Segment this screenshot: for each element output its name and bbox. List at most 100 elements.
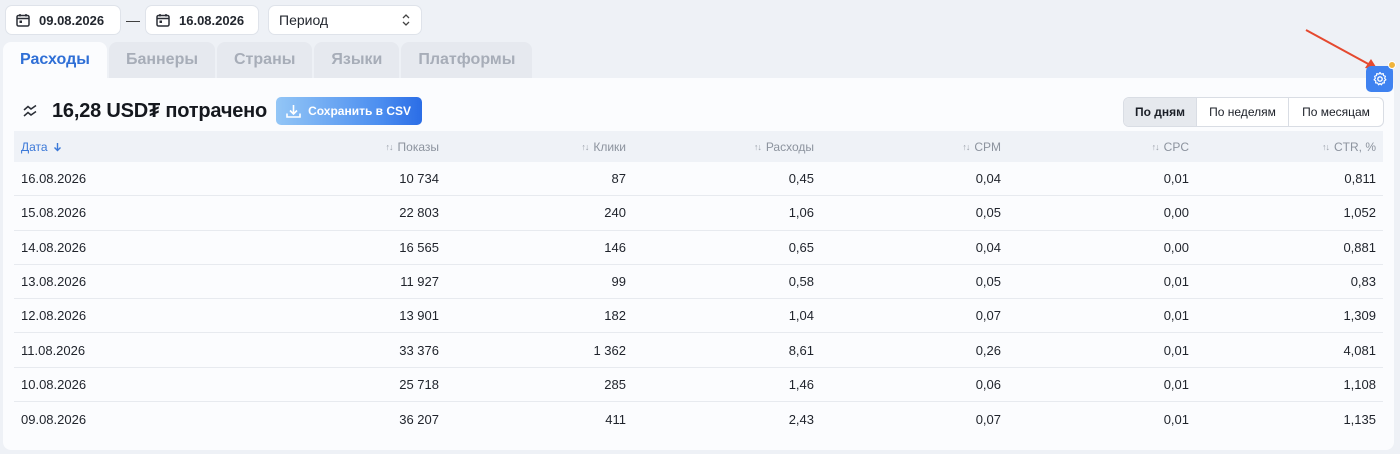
cell-date: 16.08.2026 — [21, 171, 87, 187]
column-header-spend[interactable]: ↑↓ Расходы — [626, 131, 814, 162]
date-from-field[interactable]: 09.08.2026 — [5, 5, 121, 35]
cell-ctr: 0,811 — [1344, 171, 1376, 187]
column-header-cpc[interactable]: ↑↓ CPC — [1001, 131, 1189, 162]
trend-icon — [23, 104, 37, 117]
sort-icon: ↑↓ — [385, 141, 394, 152]
cell-spend: 1,06 — [788, 205, 814, 221]
tab-countries[interactable]: Страны — [217, 42, 313, 78]
tab-banners[interactable]: Баннеры — [108, 42, 215, 78]
tab-bar: Расходы Баннеры Страны Языки Платформы — [3, 42, 534, 78]
cell-ctr: 0,83 — [1350, 274, 1376, 290]
save-csv-label: Сохранить в CSV — [308, 104, 412, 118]
column-header-label: Клики — [593, 139, 626, 154]
cell-ctr: 4,081 — [1343, 342, 1376, 358]
total-spent: 16,28 USD₮ потрачено — [52, 99, 268, 122]
grouping-toggle: По дням По неделям По месяцам — [1123, 97, 1384, 127]
cell-clicks: 411 — [605, 411, 626, 427]
column-header-impressions[interactable]: ↑↓ Показы — [249, 131, 439, 162]
calendar-icon — [16, 14, 30, 27]
table-row: 09.08.2026 36 207 411 2,43 0,07 0,01 1,1… — [14, 402, 1383, 436]
group-by-week-button[interactable]: По неделям — [1196, 98, 1288, 126]
table-row: 16.08.2026 10 734 87 0,45 0,04 0,01 0,81… — [14, 162, 1383, 197]
sort-descending-icon — [53, 142, 61, 151]
cell-cpm: 0,04 — [975, 171, 1001, 187]
expenses-panel: 16,28 USD₮ потрачено Сохранить в CSV По … — [3, 78, 1394, 450]
cell-cpc: 0,01 — [1163, 171, 1189, 187]
table-row: 13.08.2026 11 927 99 0,58 0,05 0,01 0,83 — [14, 265, 1383, 300]
cell-impressions: 22 803 — [399, 205, 439, 221]
cell-ctr: 1,108 — [1343, 376, 1376, 392]
table-row: 11.08.2026 33 376 1 362 8,61 0,26 0,01 4… — [14, 333, 1383, 368]
cell-spend: 0,58 — [788, 274, 814, 290]
cell-date: 15.08.2026 — [21, 205, 87, 221]
cell-cpm: 0,07 — [975, 411, 1001, 427]
date-filter-bar: 09.08.2026 — 16.08.2026 Период — [5, 5, 422, 35]
gear-icon — [1373, 71, 1386, 86]
cell-ctr: 1,135 — [1343, 411, 1376, 427]
cell-cpm: 0,07 — [975, 308, 1001, 324]
cell-date: 09.08.2026 — [21, 411, 87, 427]
cell-date: 12.08.2026 — [21, 308, 87, 324]
cell-impressions: 33 376 — [399, 342, 439, 358]
period-select[interactable]: Период — [268, 5, 422, 35]
sort-icon: ↑↓ — [581, 141, 589, 152]
summary-bar: 16,28 USD₮ потрачено Сохранить в CSV — [23, 97, 423, 125]
sort-icon: ↑↓ — [1322, 141, 1330, 152]
cell-impressions: 16 565 — [399, 239, 439, 255]
cell-clicks: 87 — [611, 171, 626, 187]
cell-cpm: 0,05 — [975, 274, 1001, 290]
period-select-value: Период — [279, 12, 329, 28]
tab-expenses[interactable]: Расходы — [3, 42, 107, 78]
cell-impressions: 13 901 — [399, 308, 439, 324]
table-header: Дата ↑↓ Показы ↑↓ Клики ↑↓ Расходы ↑↓ CP — [14, 131, 1383, 162]
cell-cpc: 0,01 — [1163, 411, 1189, 427]
save-csv-button[interactable]: Сохранить в CSV — [276, 97, 423, 125]
cell-spend: 1,46 — [788, 376, 814, 392]
column-header-date[interactable]: Дата — [14, 131, 249, 162]
cell-spend: 0,65 — [788, 239, 814, 255]
table-row: 15.08.2026 22 803 240 1,06 0,05 0,00 1,0… — [14, 196, 1383, 231]
cell-date: 13.08.2026 — [21, 274, 87, 290]
table-row: 12.08.2026 13 901 182 1,04 0,07 0,01 1,3… — [14, 299, 1383, 334]
column-header-label: Дата — [21, 139, 48, 154]
sort-icon: ↑↓ — [962, 141, 970, 152]
cell-date: 14.08.2026 — [21, 239, 87, 255]
select-chevron-icon — [402, 14, 410, 26]
cell-clicks: 285 — [604, 376, 626, 392]
cell-cpm: 0,26 — [975, 342, 1001, 358]
calendar-icon — [156, 14, 170, 27]
column-header-clicks[interactable]: ↑↓ Клики — [439, 131, 626, 162]
column-header-label: CPM — [974, 139, 1001, 154]
cell-cpm: 0,05 — [975, 205, 1001, 221]
cell-cpm: 0,04 — [975, 239, 1001, 255]
table-settings-button[interactable] — [1366, 61, 1396, 92]
cell-clicks: 146 — [604, 239, 626, 255]
cell-spend: 0,45 — [788, 171, 814, 187]
tab-platforms[interactable]: Платформы — [401, 42, 533, 78]
column-header-label: Расходы — [765, 139, 814, 154]
column-header-label: Показы — [397, 139, 439, 154]
date-to-field[interactable]: 16.08.2026 — [145, 5, 259, 35]
cell-cpc: 0,01 — [1163, 308, 1189, 324]
column-header-ctr[interactable]: ↑↓ CTR, % — [1189, 131, 1376, 162]
sort-icon: ↑↓ — [753, 141, 762, 152]
cell-clicks: 99 — [611, 274, 626, 290]
table-row: 10.08.2026 25 718 285 1,46 0,06 0,01 1,1… — [14, 368, 1383, 403]
column-header-label: CTR, % — [1334, 139, 1376, 154]
cell-spend: 8,61 — [788, 342, 814, 358]
cell-impressions: 36 207 — [399, 411, 439, 427]
table-row: 14.08.2026 16 565 146 0,65 0,04 0,00 0,8… — [14, 231, 1383, 265]
cell-ctr: 1,309 — [1343, 308, 1376, 324]
cell-impressions: 25 718 — [399, 376, 439, 392]
column-header-label: CPC — [1163, 139, 1189, 154]
date-to-value: 16.08.2026 — [179, 12, 245, 28]
column-header-cpm[interactable]: ↑↓ CPM — [814, 131, 1001, 162]
cell-cpc: 0,01 — [1163, 274, 1189, 290]
group-by-day-button[interactable]: По дням — [1124, 98, 1196, 126]
cell-cpc: 0,01 — [1163, 342, 1189, 358]
cell-date: 10.08.2026 — [21, 376, 87, 392]
cell-cpc: 0,00 — [1163, 239, 1189, 255]
cell-spend: 2,43 — [788, 411, 814, 427]
tab-languages[interactable]: Языки — [314, 42, 400, 78]
group-by-month-button[interactable]: По месяцам — [1288, 98, 1383, 126]
